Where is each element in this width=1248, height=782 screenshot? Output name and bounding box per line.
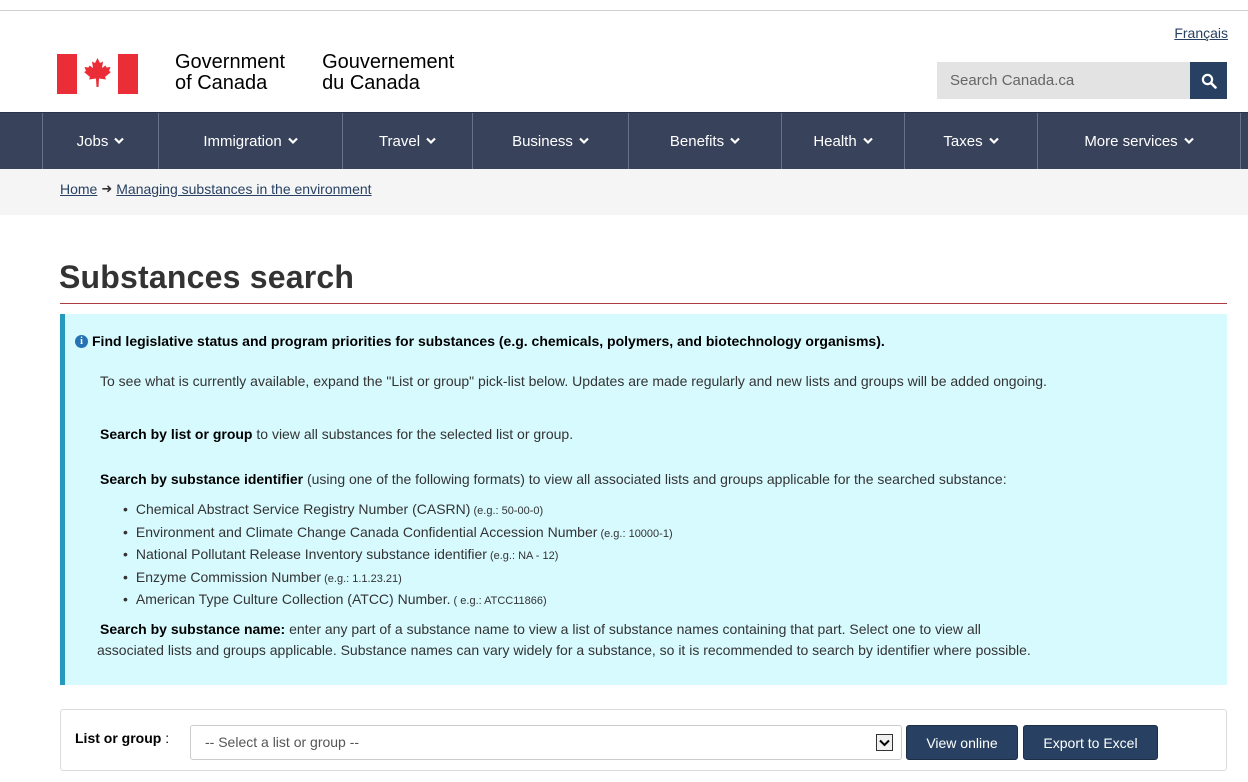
identifier-name: National Pollutant Release Inventory sub… [135,546,487,563]
chevron-down-icon [426,137,436,145]
wordmark: Government of Canada Gouvernement du Can… [175,52,491,94]
language-toggle-link[interactable]: Français [1174,25,1228,41]
government-signature[interactable]: Government of Canada Gouvernement du Can… [57,52,491,96]
title-underline [60,303,1227,304]
wordmark-french: Gouvernement du Canada [322,52,454,94]
search-form-panel: List or group : -- Select a list or grou… [60,709,1227,771]
breadcrumb-current-link[interactable]: Managing substances in the environment [116,181,371,197]
menu-item-benefits[interactable]: Benefits [628,113,781,169]
page-title: Substances search [59,259,355,295]
menu-item-more-services[interactable]: More services [1037,113,1241,169]
chevron-down-icon [579,137,589,145]
info-intro: To see what is currently available, expa… [100,373,1047,389]
identifier-name: Environment and Climate Change Canada Co… [135,523,598,540]
list-item: National Pollutant Release Inventory sub… [123,544,673,567]
chevron-down-icon [730,137,740,145]
info-by-identifier-bold: Search by substance identifier [100,471,304,487]
breadcrumb-home-link[interactable]: Home [60,181,97,197]
identifier-example: (e.g.: 10000-1) [597,527,673,540]
info-circle-icon: i [75,334,88,348]
info-by-name-continued: associated lists and groups applicable. … [97,642,1031,658]
menu-label: Taxes [943,132,983,150]
chevron-down-icon [1183,137,1194,145]
info-by-name-bold: Search by substance name: [100,621,286,637]
arrow-right-icon: ➜ [101,181,113,196]
info-by-list-text: to view all substances for the selected … [252,426,574,442]
menu-label: Travel [378,132,421,150]
identifier-list: Chemical Abstract Service Registry Numbe… [123,499,673,612]
list-or-group-label: List or group : [75,730,169,746]
select-value: -- Select a list or group -- [205,734,360,750]
menu-item-immigration[interactable]: Immigration [158,113,342,169]
wordmark-fr-line1: Gouvernement [322,51,455,73]
identifier-example: (e.g.: 1.1.23.21) [321,572,402,585]
view-online-button[interactable]: View online [906,725,1018,760]
identifier-name: American Type Culture Collection (ATCC) … [135,591,451,608]
info-by-list: Search by list or group to view all subs… [100,424,573,445]
identifier-example: (e.g.: 50-00-0) [470,505,544,517]
menu-item-taxes[interactable]: Taxes [904,113,1037,169]
identifier-example: (e.g.: NA - 12) [486,550,559,563]
canada-flag-icon [57,54,138,94]
identifier-example: ( e.g.: ATCC11866) [450,595,547,608]
info-heading-text: Find legislative status and program prio… [92,333,885,349]
wordmark-en-line2: of Canada [175,72,268,94]
breadcrumb: Home ➜ Managing substances in the enviro… [60,181,372,197]
list-item: Chemical Abstract Service Registry Numbe… [123,499,673,522]
wordmark-fr-line2: du Canada [322,72,420,94]
list-or-group-select[interactable]: -- Select a list or group -- [190,725,902,760]
site-search: Search Canada.ca [937,62,1227,99]
menu-label: Immigration [203,132,282,150]
menu-label: Health [813,132,857,150]
identifier-name: Enzyme Commission Number [135,568,322,585]
menu-label: Jobs [76,132,109,150]
info-heading: i Find legislative status and program pr… [75,333,885,349]
identifier-name: Chemical Abstract Service Registry Numbe… [135,501,471,517]
menu-item-health[interactable]: Health [781,113,904,169]
search-icon [1201,73,1217,89]
chevron-down-icon [988,137,999,145]
export-to-excel-button[interactable]: Export to Excel [1023,725,1158,760]
chevron-down-icon [862,137,873,145]
chevron-down-icon [114,137,125,145]
list-item: Environment and Climate Change Canada Co… [123,522,673,545]
dropdown-arrow-icon[interactable] [876,734,893,751]
chevron-down-icon [287,137,298,145]
form-label-suffix: : [161,730,170,746]
info-alert: i Find legislative status and program pr… [60,314,1227,685]
info-by-identifier: Search by substance identifier (using on… [100,469,1007,490]
info-by-identifier-text: (using one of the following formats) to … [303,471,1007,487]
search-input[interactable]: Search Canada.ca [937,62,1190,99]
info-by-name: Search by substance name: enter any part… [100,619,981,640]
info-by-list-bold: Search by list or group [100,426,253,442]
menu-item-jobs[interactable]: Jobs [42,113,158,169]
wordmark-en-line1: Government [175,51,286,73]
menu-item-travel[interactable]: Travel [342,113,472,169]
menu-label: More services [1084,132,1178,150]
menu-item-business[interactable]: Business [472,113,628,169]
top-divider [0,10,1248,11]
info-by-name-text: enter any part of a substance name to vi… [285,621,981,637]
menu-label: Business [512,132,573,150]
search-button[interactable] [1190,62,1227,99]
form-label-text: List or group [75,730,162,746]
main-menu: Jobs Immigration Travel Business Benefit… [0,112,1248,169]
wordmark-english: Government of Canada [175,52,285,94]
list-item: Enzyme Commission Number (e.g.: 1.1.23.2… [123,567,673,590]
menu-label: Benefits [669,132,725,150]
list-item: American Type Culture Collection (ATCC) … [123,589,673,612]
